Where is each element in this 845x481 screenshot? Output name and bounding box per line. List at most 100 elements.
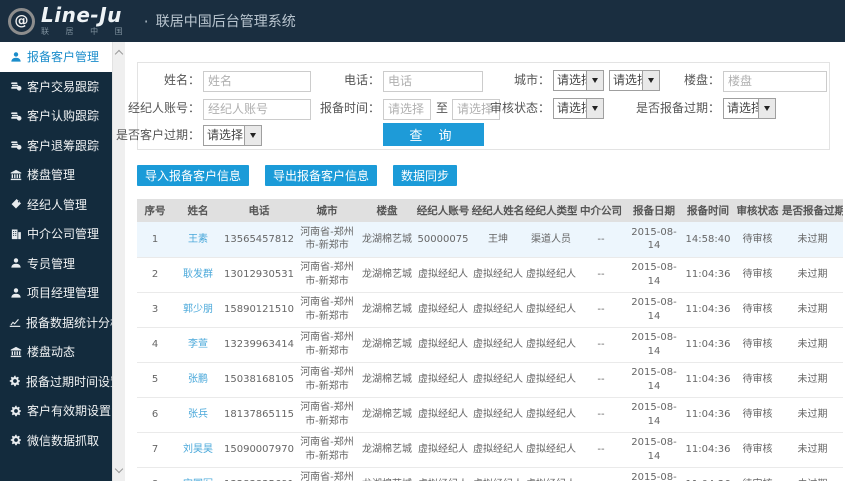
sidebar-scrollbar[interactable] — [112, 42, 125, 481]
sidebar-item[interactable]: 客户认购跟踪 — [0, 101, 112, 131]
scroll-down-icon[interactable] — [114, 464, 124, 474]
page-title: · 联居中国后台管理系统 — [144, 11, 296, 31]
cell-audit-status: 待审核 — [733, 432, 782, 468]
cell-agency: -- — [577, 327, 625, 363]
app-window: @ Line-Ju 联 居 中 国 · 联居中国后台管理系统 报备客户管理 客户… — [0, 0, 845, 481]
customer-name-link[interactable]: 张鹏 — [188, 374, 208, 385]
sidebar-item[interactable]: 报备客户管理 — [0, 42, 112, 72]
cell-phone: 13283835691 — [223, 467, 295, 481]
cell-name: 张鹏 — [173, 362, 223, 398]
coins-icon — [9, 80, 22, 93]
report-expired-select[interactable]: 请选择 — [723, 98, 776, 119]
table-row: 7 刘昊昊 15090007970 河南省-郑州市-新郑市 龙湖棉艺城 虚拟经纪… — [137, 432, 843, 468]
cell-report-time: 11:04:36 — [683, 292, 733, 328]
cell-report-time: 14:58:40 — [683, 222, 733, 258]
customer-expired-select[interactable]: 请选择 — [203, 125, 262, 146]
sidebar-item[interactable]: 报备过期时间设置 — [0, 367, 122, 397]
sidebar-item[interactable]: 客户有效期设置 — [0, 396, 112, 426]
sidebar-item[interactable]: 经纪人管理 — [0, 190, 112, 220]
main-content: 姓名： 电话： 城市： 请选择 请选择 楼盘： 经纪人账号： — [116, 42, 845, 481]
brand-subtitle: 联 居 中 国 — [41, 27, 130, 36]
column-header: 电话 — [223, 199, 295, 222]
cell-seq: 6 — [137, 397, 173, 433]
sidebar: 报备客户管理 客户交易跟踪 客户认购跟踪 客户退筹跟踪 楼盘管理 经纪人管理 中… — [0, 42, 122, 481]
cell-report-expired: 未过期 — [782, 222, 843, 258]
filter-panel: 姓名： 电话： 城市： 请选择 请选择 楼盘： 经纪人账号： — [116, 62, 830, 150]
cell-agent-type: 虚拟经纪人 — [525, 292, 577, 328]
sidebar-item[interactable]: 楼盘管理 — [0, 160, 112, 190]
cell-report-time: 11:04:36 — [683, 257, 733, 293]
at-symbol: @ — [14, 13, 29, 29]
building-filter-input[interactable] — [723, 70, 827, 92]
brand-name: Line-Ju — [41, 3, 122, 27]
cell-seq: 7 — [137, 432, 173, 468]
cell-building: 龙湖棉艺城 — [359, 292, 415, 328]
cell-report-date: 2015-08-14 — [625, 222, 683, 258]
cell-agency: -- — [577, 432, 625, 468]
table-row: 2 耿发群 13012930531 河南省-郑州市-新郑市 龙湖棉艺城 虚拟经纪… — [137, 257, 843, 293]
customer-name-link[interactable]: 耿发群 — [183, 269, 213, 280]
report-time-start-input[interactable] — [383, 98, 431, 120]
column-header: 经纪人账号 — [415, 199, 471, 222]
audit-status-select[interactable]: 请选择 — [553, 98, 604, 119]
tag-icon — [9, 198, 22, 211]
table-row: 6 张兵 18137865115 河南省-郑州市-新郑市 龙湖棉艺城 虚拟经纪人… — [137, 397, 843, 433]
city-district-select[interactable]: 请选择 — [609, 70, 660, 91]
cell-name: 张兵 — [173, 397, 223, 433]
sidebar-item[interactable]: 微信数据抓取 — [0, 426, 112, 456]
cell-city: 河南省-郑州市-新郑市 — [295, 327, 359, 363]
cell-name: 李萱 — [173, 327, 223, 363]
cell-city: 河南省-郑州市-新郑市 — [295, 432, 359, 468]
name-filter-label: 姓名： — [163, 73, 200, 87]
chart-icon — [9, 316, 21, 329]
cell-city: 河南省-郑州市-新郑市 — [295, 362, 359, 398]
bank-icon — [9, 345, 22, 358]
cell-agent-account: 虚拟经纪人 — [415, 327, 471, 363]
customer-name-link[interactable]: 王素 — [188, 234, 208, 245]
customer-name-link[interactable]: 李萱 — [188, 339, 208, 350]
cell-agent-name: 虚拟经纪人 — [471, 467, 525, 481]
sidebar-item[interactable]: 楼盘动态 — [0, 337, 112, 367]
cell-report-expired: 未过期 — [782, 257, 843, 293]
cell-building: 龙湖棉艺城 — [359, 257, 415, 293]
cell-phone: 13239963414 — [223, 327, 295, 363]
cell-city: 河南省-郑州市-新郑市 — [295, 397, 359, 433]
sidebar-item[interactable]: 报备数据统计分析 — [0, 308, 122, 338]
city-filter-label: 城市： — [513, 73, 550, 87]
sidebar-item[interactable]: 项目经理管理 — [0, 278, 112, 308]
scroll-up-icon[interactable] — [114, 49, 124, 59]
sidebar-item[interactable]: 客户退筹跟踪 — [0, 131, 112, 161]
data-sync-button[interactable]: 数据同步 — [393, 165, 457, 186]
sidebar-item[interactable]: 中介公司管理 — [0, 219, 112, 249]
app-header: @ Line-Ju 联 居 中 国 · 联居中国后台管理系统 — [0, 0, 845, 42]
cell-phone: 18137865115 — [223, 397, 295, 433]
customer-name-link[interactable]: 张兵 — [188, 409, 208, 420]
cell-city: 河南省-郑州市-新郑市 — [295, 257, 359, 293]
customer-name-link[interactable]: 刘昊昊 — [183, 444, 213, 455]
cell-agent-type: 虚拟经纪人 — [525, 467, 577, 481]
customer-name-link[interactable]: 郭少朋 — [183, 304, 213, 315]
cell-agency: -- — [577, 222, 625, 258]
agent-account-filter-input[interactable] — [203, 98, 311, 120]
cell-agency: -- — [577, 467, 625, 481]
cell-report-expired: 未过期 — [782, 362, 843, 398]
table-row: 1 王素 13565457812 河南省-郑州市-新郑市 龙湖棉艺城 50000… — [137, 222, 843, 258]
cell-agent-type: 虚拟经纪人 — [525, 362, 577, 398]
city-province-select[interactable]: 请选择 — [553, 70, 604, 91]
cell-audit-status: 待审核 — [733, 292, 782, 328]
import-customers-button[interactable]: 导入报备客户信息 — [137, 165, 249, 186]
column-header: 是否报备过期 — [782, 199, 843, 222]
export-customers-button[interactable]: 导出报备客户信息 — [265, 165, 377, 186]
name-filter-input[interactable] — [203, 70, 311, 92]
sidebar-item[interactable]: 专员管理 — [0, 249, 112, 279]
column-header: 序号 — [137, 199, 173, 222]
cell-agent-name: 虚拟经纪人 — [471, 292, 525, 328]
cell-building: 龙湖棉艺城 — [359, 432, 415, 468]
cell-agent-type: 渠道人员 — [525, 222, 577, 258]
phone-filter-input[interactable] — [383, 70, 483, 92]
cell-agent-type: 虚拟经纪人 — [525, 327, 577, 363]
cell-agent-name: 虚拟经纪人 — [471, 327, 525, 363]
cell-phone: 13012930531 — [223, 257, 295, 293]
search-button[interactable]: 查 询 — [383, 123, 484, 146]
sidebar-item[interactable]: 客户交易跟踪 — [0, 72, 112, 102]
